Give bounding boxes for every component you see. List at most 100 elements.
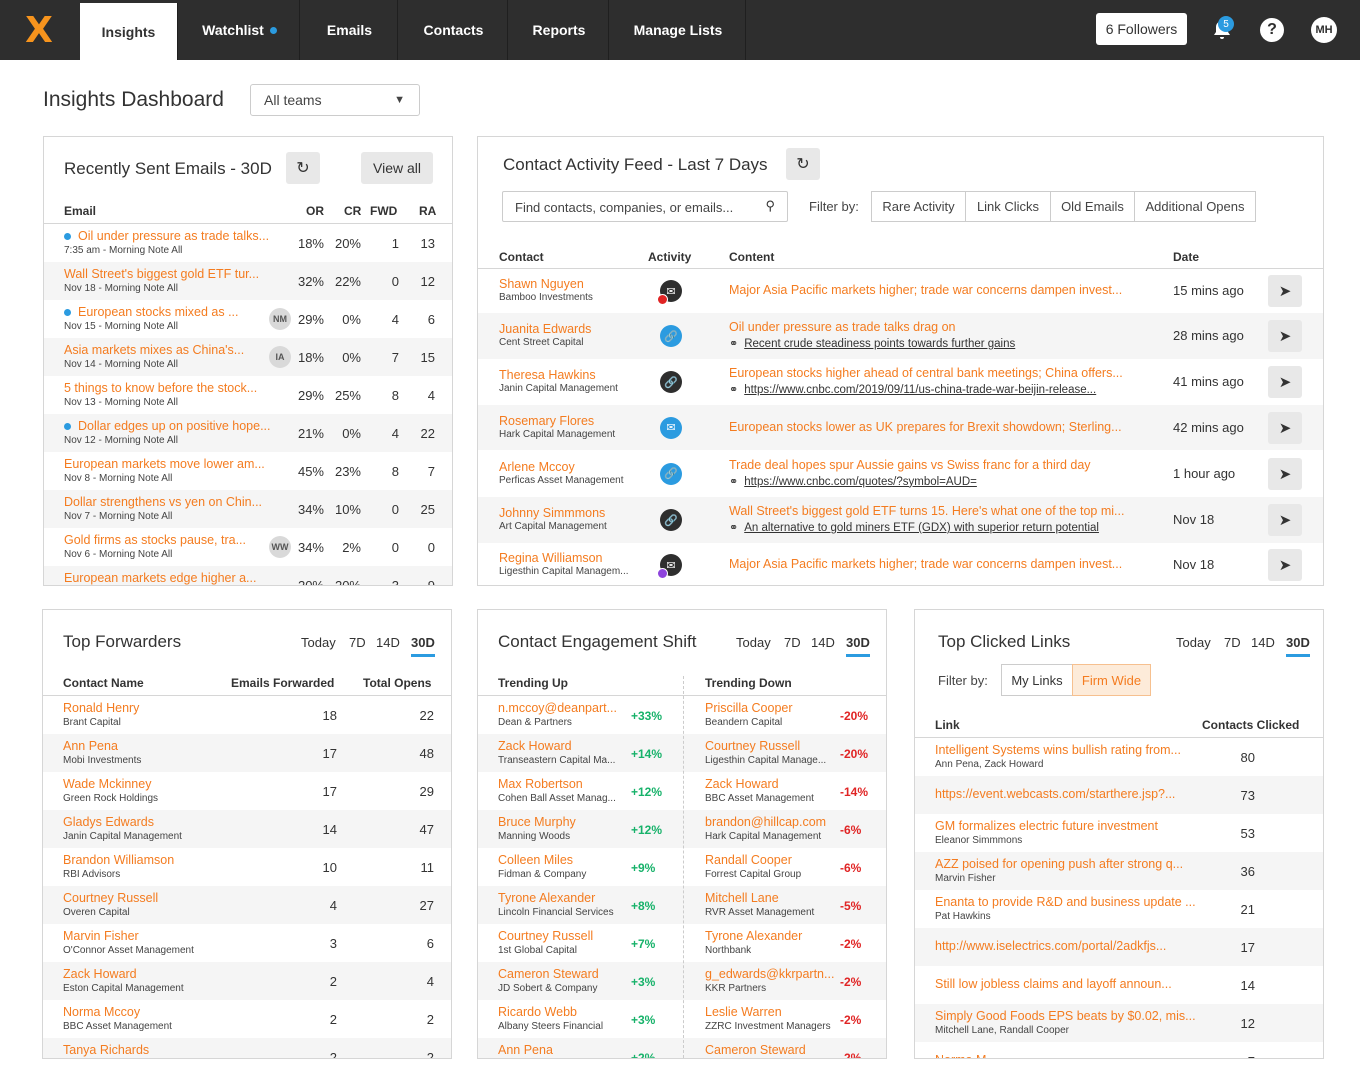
user-avatar[interactable]: MH xyxy=(1311,17,1337,43)
filter-rare-activity[interactable]: Rare Activity xyxy=(871,191,966,222)
trending-up-name[interactable]: Courtney Russell xyxy=(498,929,628,943)
contact-name[interactable]: Wade Mckinney xyxy=(63,777,263,791)
table-row[interactable]: https://event.webcasts.com/starthere.jsp… xyxy=(915,776,1323,814)
contact-name[interactable]: Norma Mccoy xyxy=(63,1005,263,1019)
trending-down-name[interactable]: Courtney Russell xyxy=(705,739,843,753)
table-row[interactable]: GM formalizes electric future investment… xyxy=(915,814,1323,852)
link-title[interactable]: http://www.iselectrics.com/portal/2adkfj… xyxy=(935,939,1215,953)
table-row[interactable]: Oil under pressure as trade talks... 7:35… xyxy=(44,224,452,262)
tab-emails[interactable]: Emails xyxy=(302,0,398,60)
range-7d[interactable]: 7D xyxy=(1224,635,1241,650)
table-row[interactable]: Rosemary Flores Hark Capital Management ✉ E… xyxy=(478,405,1323,450)
email-subject[interactable]: European markets edge higher a... xyxy=(64,571,289,585)
table-row[interactable]: Asia markets mixes as China's... Nov 14 -… xyxy=(44,338,452,376)
link-title[interactable]: Still low jobless claims and layoff anno… xyxy=(935,977,1215,991)
contact-name[interactable]: Shawn Nguyen xyxy=(499,277,644,291)
send-icon[interactable]: ➤ xyxy=(1268,504,1302,536)
send-icon[interactable]: ➤ xyxy=(1268,411,1302,444)
range-30d[interactable]: 30D xyxy=(846,635,870,657)
table-row[interactable]: Wall Street's biggest gold ETF tur... Nov… xyxy=(44,262,452,300)
range-today[interactable]: Today xyxy=(1176,635,1211,650)
link-title[interactable]: Enanta to provide R&D and business updat… xyxy=(935,895,1215,909)
table-row[interactable]: http://www.iselectrics.com/portal/2adkfj… xyxy=(915,928,1323,966)
table-row[interactable]: Gladys Edwards Janin Capital Management 14… xyxy=(43,810,451,848)
send-icon[interactable]: ➤ xyxy=(1268,366,1302,398)
range-7d[interactable]: 7D xyxy=(349,635,366,650)
contact-name[interactable]: Marvin Fisher xyxy=(63,929,263,943)
trending-down-name[interactable]: brandon@hillcap.com xyxy=(705,815,843,829)
trending-up-name[interactable]: Colleen Miles xyxy=(498,853,628,867)
refresh-icon[interactable]: ↻ xyxy=(786,148,820,180)
content-title[interactable]: Major Asia Pacific markets higher; trade… xyxy=(729,283,1159,297)
send-icon[interactable]: ➤ xyxy=(1268,275,1302,307)
filter-link-clicks[interactable]: Link Clicks xyxy=(965,191,1051,222)
trending-up-name[interactable]: Bruce Murphy xyxy=(498,815,628,829)
table-row[interactable]: European markets move lower am... Nov 8 -… xyxy=(44,452,452,490)
tab-manage-lists[interactable]: Manage Lists xyxy=(611,0,746,60)
link-title[interactable]: AZZ poised for opening push after strong… xyxy=(935,857,1215,871)
table-row[interactable]: Enanta to provide R&D and business updat… xyxy=(915,890,1323,928)
table-row[interactable]: Courtney Russell Overen Capital 4 27 xyxy=(43,886,451,924)
refresh-icon[interactable]: ↻ xyxy=(286,152,320,184)
trending-down-name[interactable]: Priscilla Cooper xyxy=(705,701,843,715)
contact-name[interactable]: Brandon Williamson xyxy=(63,853,263,867)
range-30d[interactable]: 30D xyxy=(411,635,435,657)
filter-old-emails[interactable]: Old Emails xyxy=(1050,191,1135,222)
content-title[interactable]: Major Asia Pacific markets higher; trade… xyxy=(729,557,1159,571)
contact-name[interactable]: Theresa Hawkins xyxy=(499,368,644,382)
link-title[interactable]: https://event.webcasts.com/starthere.jsp… xyxy=(935,787,1215,801)
table-row[interactable]: Dollar edges up on positive hope... Nov 1… xyxy=(44,414,452,452)
trending-up-name[interactable]: Cameron Steward xyxy=(498,967,628,981)
view-all-button[interactable]: View all xyxy=(361,152,433,184)
contact-name[interactable]: Tanya Richards xyxy=(63,1043,263,1057)
table-row[interactable]: Still low jobless claims and layoff anno… xyxy=(915,966,1323,1004)
table-row[interactable]: Dollar strengthens vs yen on Chin... Nov … xyxy=(44,490,452,528)
trending-down-name[interactable]: Leslie Warren xyxy=(705,1005,843,1019)
table-row[interactable]: Marvin Fisher O'Connor Asset Management 3 6 xyxy=(43,924,451,962)
trending-up-name[interactable]: Max Robertson xyxy=(498,777,628,791)
email-subject[interactable]: 5 things to know before the stock... xyxy=(64,381,289,395)
table-row[interactable]: Ann Pena Mobi Investments 17 48 xyxy=(43,734,451,772)
content-title[interactable]: European stocks lower as UK prepares for… xyxy=(729,420,1159,434)
send-icon[interactable]: ➤ xyxy=(1268,549,1302,581)
content-title[interactable]: Oil under pressure as trade talks drag o… xyxy=(729,320,1159,334)
content-link[interactable]: ⚭ https://www.cnbc.com/quotes/?symbol=AUD… xyxy=(729,475,1159,488)
table-row[interactable]: Intelligent Systems wins bullish rating … xyxy=(915,738,1323,776)
table-row[interactable]: European markets edge higher a... 20% 20% 3… xyxy=(44,566,452,585)
range-7d[interactable]: 7D xyxy=(784,635,801,650)
send-icon[interactable]: ➤ xyxy=(1268,320,1302,352)
table-row[interactable]: Gold firms as stocks pause, tra... Nov 6 … xyxy=(44,528,452,566)
search-icon[interactable]: ⚲ xyxy=(765,198,775,214)
table-row[interactable]: Brandon Williamson RBI Advisors 10 11 xyxy=(43,848,451,886)
tab-watchlist[interactable]: Watchlist xyxy=(180,0,300,60)
table-row[interactable]: Arlene Mccoy Perficas Asset Management 🔗 Tr… xyxy=(478,450,1323,497)
email-subject[interactable]: Asia markets mixes as China's... xyxy=(64,343,264,357)
email-subject[interactable]: Wall Street's biggest gold ETF tur... xyxy=(64,267,289,281)
email-subject[interactable]: European stocks mixed as ... xyxy=(64,305,264,319)
app-logo[interactable]: X xyxy=(14,9,64,51)
trending-up-name[interactable]: Ann Pena xyxy=(498,1043,628,1057)
link-title[interactable]: Simply Good Foods EPS beats by $0.02, mi… xyxy=(935,1009,1215,1023)
link-title[interactable]: GM formalizes electric future investment xyxy=(935,819,1215,833)
content-title[interactable]: European stocks higher ahead of central … xyxy=(729,366,1159,380)
content-link[interactable]: ⚭ Recent crude steadiness points towards … xyxy=(729,337,1159,350)
range-30d[interactable]: 30D xyxy=(1286,635,1310,657)
range-14d[interactable]: 14D xyxy=(376,635,400,650)
contact-name[interactable]: Juanita Edwards xyxy=(499,322,644,336)
table-row[interactable]: Zack Howard Eston Capital Management 2 4 xyxy=(43,962,451,1000)
link-title[interactable]: Intelligent Systems wins bullish rating … xyxy=(935,743,1215,757)
trending-up-name[interactable]: n.mccoy@deanpart... xyxy=(498,701,628,715)
trending-up-name[interactable]: Zack Howard xyxy=(498,739,628,753)
table-row[interactable]: Tanya Richards 2 2 xyxy=(43,1038,451,1058)
range-14d[interactable]: 14D xyxy=(811,635,835,650)
contact-name[interactable]: Rosemary Flores xyxy=(499,414,644,428)
table-row[interactable]: Norma M... 7 xyxy=(915,1042,1323,1058)
email-subject[interactable]: Gold firms as stocks pause, tra... xyxy=(64,533,264,547)
team-select[interactable]: All teams ▼ xyxy=(250,84,420,116)
table-row[interactable]: Norma Mccoy BBC Asset Management 2 2 xyxy=(43,1000,451,1038)
filter-firm-wide[interactable]: Firm Wide xyxy=(1072,664,1151,696)
trending-up-name[interactable]: Tyrone Alexander xyxy=(498,891,628,905)
email-subject[interactable]: European markets move lower am... xyxy=(64,457,289,471)
table-row[interactable]: Theresa Hawkins Janin Capital Management 🔗… xyxy=(478,359,1323,405)
table-row[interactable]: Juanita Edwards Cent Street Capital 🔗 Oil u… xyxy=(478,313,1323,359)
